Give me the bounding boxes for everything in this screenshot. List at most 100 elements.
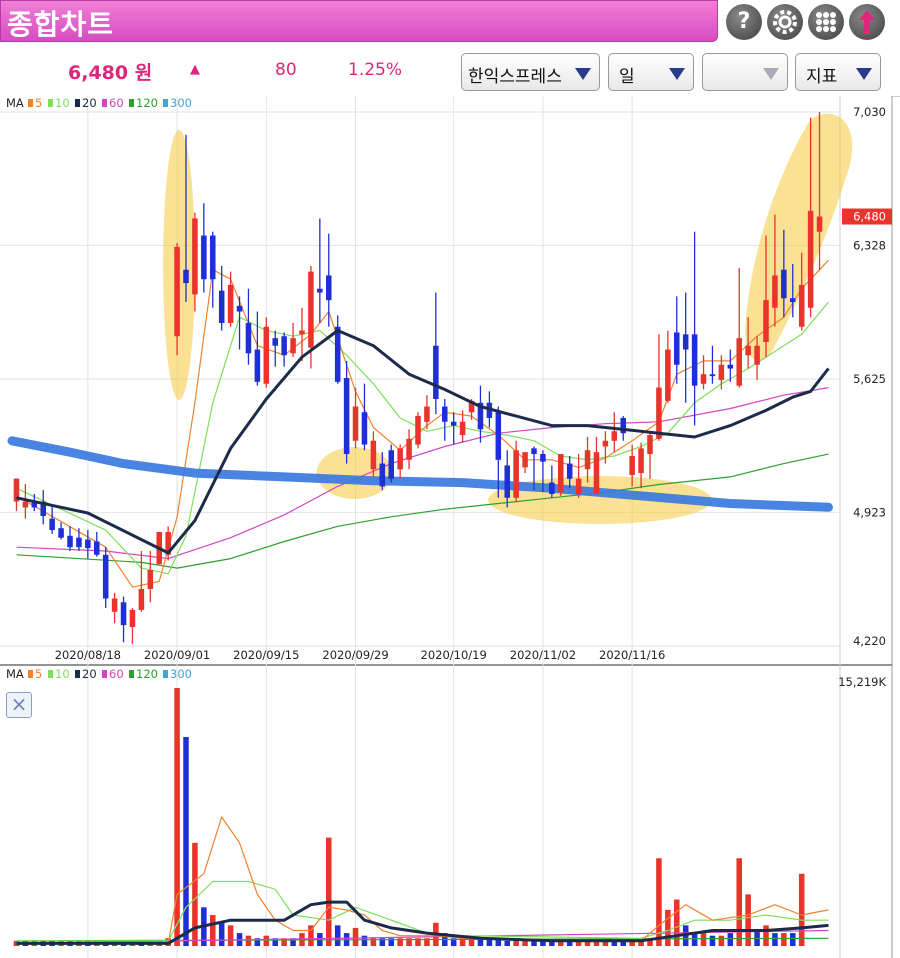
- ma-legend-swatch: [48, 99, 53, 107]
- volume-bar: [736, 858, 742, 946]
- ma-legend-item: 5: [35, 96, 42, 110]
- volume-bar: [352, 927, 359, 946]
- volume-bar: [361, 935, 368, 946]
- candle-body: [816, 216, 823, 232]
- candle-body: [67, 535, 73, 548]
- price-axis-label: 5,625: [853, 372, 886, 386]
- candle-body: [415, 416, 421, 445]
- candle-body: [218, 290, 225, 323]
- candle-body: [736, 338, 742, 386]
- candle-body: [352, 406, 359, 441]
- candle-body: [602, 440, 609, 447]
- candle-body: [334, 326, 341, 382]
- ma-legend-item: 120: [136, 96, 158, 110]
- candle-body: [397, 448, 403, 470]
- close-icon[interactable]: ×: [6, 692, 32, 718]
- candle-body: [566, 463, 573, 479]
- stock-chart[interactable]: 2020/08/18 2020/09/01 2020/09/15 2020/09/29…: [0, 0, 900, 958]
- candle-body: [370, 440, 377, 470]
- volume-bar: [522, 940, 528, 946]
- candle-body: [94, 541, 100, 555]
- volume-bar: [772, 933, 778, 946]
- candle-body: [727, 364, 734, 369]
- candle-body: [781, 269, 787, 299]
- candle-body: [281, 336, 287, 356]
- candle-body: [549, 482, 555, 494]
- candle-body: [343, 378, 350, 455]
- candle-body: [442, 406, 448, 422]
- candle-body: [665, 349, 671, 401]
- volume-bar: [334, 925, 341, 946]
- ma-legend-swatch: [28, 670, 33, 678]
- current-price-label: 6,480: [853, 210, 886, 224]
- candle-body: [754, 345, 760, 365]
- candle-body: [656, 387, 662, 439]
- ma-legend-item: 300: [170, 667, 192, 681]
- candle-body: [388, 450, 394, 479]
- candle-body: [227, 284, 234, 323]
- ma-legend-swatch: [75, 670, 80, 678]
- price-axis-label: 4,923: [853, 505, 886, 519]
- candle-body: [513, 450, 519, 498]
- candle-body: [326, 275, 332, 301]
- date-label: 2020/09/29: [322, 648, 388, 662]
- candle-body: [647, 435, 653, 455]
- candle-body: [308, 271, 314, 348]
- ma-legend-label: MA: [6, 96, 24, 110]
- candle-body: [299, 330, 305, 335]
- candle-body: [49, 518, 55, 531]
- candle-body: [111, 598, 118, 612]
- candle-body: [406, 438, 412, 460]
- candle-body: [138, 588, 145, 610]
- candle-body: [129, 609, 136, 627]
- candle-body: [102, 554, 109, 599]
- price-axis-label: 4,220: [853, 634, 886, 648]
- volume-axis-label: 15,219K: [838, 675, 886, 689]
- volume-bar: [218, 922, 225, 946]
- candle-body: [638, 448, 644, 474]
- candle-body: [174, 246, 180, 337]
- volume-ma-ma5: [16, 816, 829, 944]
- ma-legend-item: 120: [136, 667, 158, 681]
- volume-bar: [245, 935, 252, 946]
- volume-bar: [727, 933, 734, 946]
- volume-bar: [781, 933, 787, 946]
- price-panel: [0, 96, 892, 666]
- volume-bar: [691, 933, 698, 946]
- candle-body: [593, 452, 600, 494]
- ma-legend-swatch: [163, 99, 168, 107]
- candle-body: [424, 406, 430, 422]
- volume-bar: [763, 925, 769, 946]
- ma-legend-item: 60: [109, 96, 124, 110]
- candle-body: [790, 298, 796, 303]
- date-label: 2020/11/16: [599, 648, 665, 662]
- ma-legend-swatch: [163, 670, 168, 678]
- volume-bar: [227, 925, 234, 946]
- volume-bar: [210, 915, 216, 946]
- date-label: 2020/09/15: [233, 648, 299, 662]
- ma-legend-item: 10: [55, 667, 70, 681]
- candle-body: [558, 454, 564, 493]
- candle-body: [700, 374, 707, 384]
- candle-body: [531, 448, 537, 455]
- candle-body: [682, 334, 689, 350]
- volume-bar: [263, 935, 270, 946]
- candle-body: [691, 334, 698, 386]
- ma-legend-item: 60: [109, 667, 124, 681]
- ma-legend-swatch: [48, 670, 53, 678]
- candle-body: [584, 450, 591, 470]
- ma-legend-swatch: [102, 670, 107, 678]
- candle-body: [763, 300, 769, 342]
- candle-body: [807, 210, 814, 308]
- ma-legend-item: 10: [55, 96, 70, 110]
- candle-body: [183, 269, 189, 284]
- candle-body: [433, 345, 439, 399]
- ma-legend-item: 20: [82, 96, 97, 110]
- candle-body: [540, 454, 546, 462]
- volume-bar: [798, 873, 805, 946]
- candle-body: [504, 465, 510, 498]
- candle-body: [674, 332, 680, 365]
- candle-body: [210, 235, 216, 280]
- candle-body: [58, 528, 64, 538]
- candle-body: [192, 218, 198, 295]
